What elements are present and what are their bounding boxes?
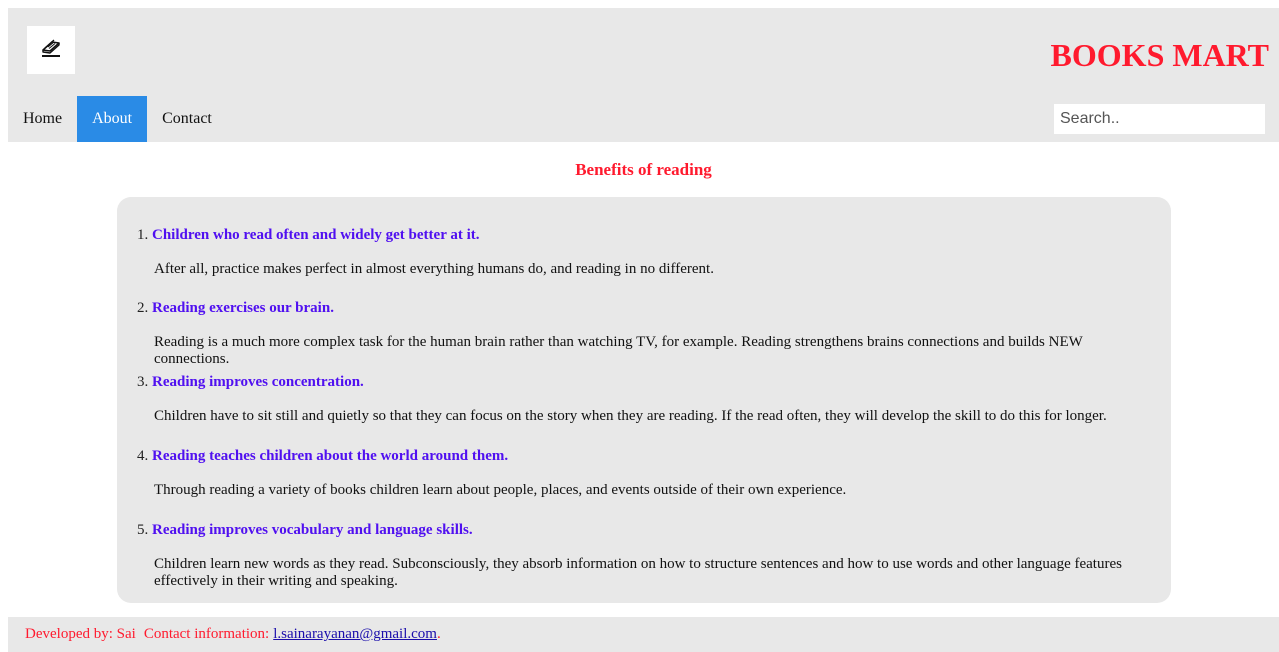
benefit-title: Reading improves concentration. [152,374,364,390]
benefit-heading: 3. Reading improves concentration. [137,372,364,392]
footer-developer: Developed by: Sai [25,626,136,642]
benefit-title: Reading improves vocabulary and language… [152,522,473,538]
page-title: Benefits of reading [575,160,712,179]
benefit-title: Children who read often and widely get b… [152,227,480,243]
nav-about[interactable]: About [77,96,148,142]
benefit-title: Reading teaches children about the world… [152,448,509,464]
benefit-heading: 1. Children who read often and widely ge… [137,225,480,245]
open-book-icon [39,36,63,65]
benefits-panel: 1. Children who read often and widely ge… [117,197,1171,603]
footer-email-link[interactable]: l.sainarayanan@gmail.com [273,626,437,643]
benefit-title: Reading exercises our brain. [152,300,334,316]
benefit-number: 2. [137,300,149,316]
benefit-text: After all, practice makes perfect in alm… [154,261,714,277]
benefit-text: Children learn new words as they read. S… [154,556,1122,589]
benefit-text: Through reading a variety of books child… [154,482,847,498]
benefit-heading: 2. Reading exercises our brain. [137,298,334,318]
benefit-heading: 5. Reading improves vocabulary and langu… [137,520,473,540]
nav-contact[interactable]: Contact [147,96,227,142]
footer-trailing: . [436,626,441,642]
main-nav: Home About Contact [8,96,227,142]
site-header: BOOKS MART Home About Contact [8,8,1279,142]
nav-home[interactable]: Home [8,96,77,142]
site-footer: Developed by: Sai Contact information: l… [8,617,1279,652]
benefit-text: Children have to sit still and quietly s… [154,408,1107,424]
benefit-number: 3. [137,374,149,390]
benefit-text: Reading is a much more complex task for … [154,334,1083,367]
benefit-number: 5. [137,522,149,538]
benefit-number: 4. [137,448,149,464]
brand-title: BOOKS MART [1050,37,1269,73]
benefit-number: 1. [137,227,149,243]
search-input[interactable] [1054,104,1265,134]
logo[interactable] [27,26,75,74]
footer-contact-label: Contact information: [143,626,270,642]
benefit-heading: 4. Reading teaches children about the wo… [137,446,508,466]
